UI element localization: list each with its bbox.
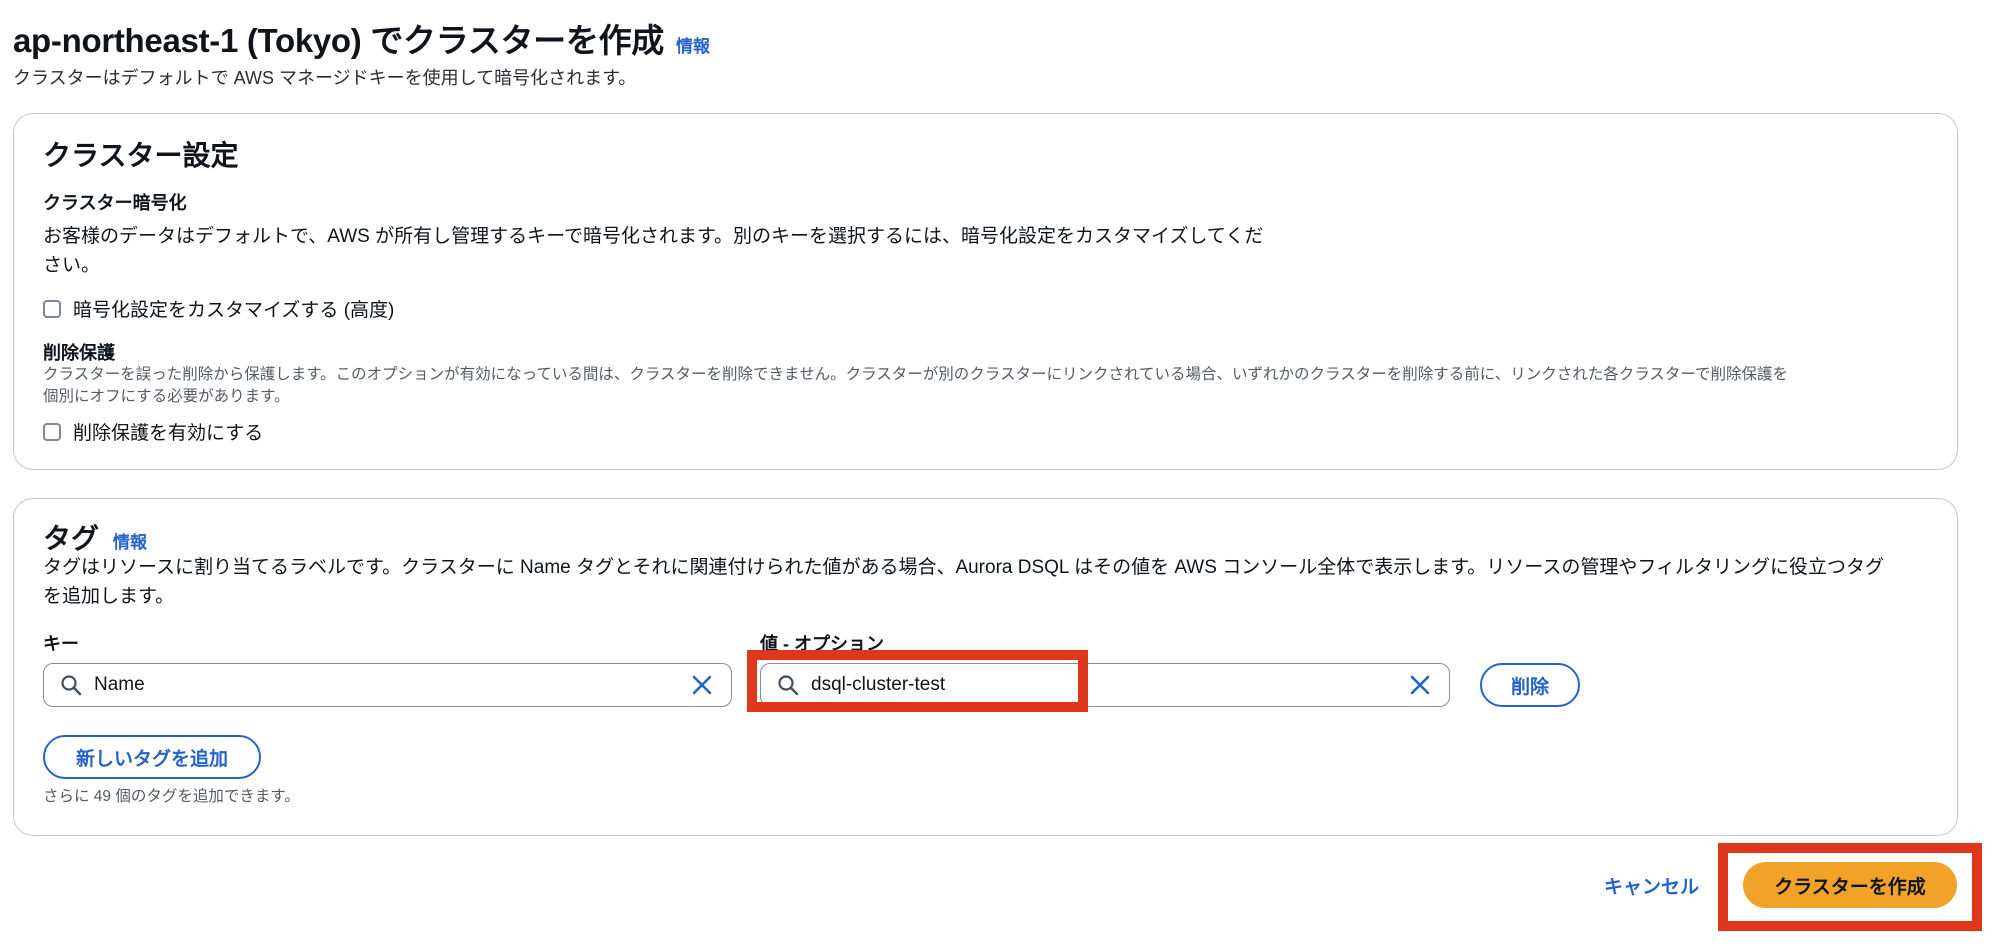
page-title: ap-northeast-1 (Tokyo) でクラスターを作成 (13, 22, 664, 59)
deletion-protection-option[interactable]: 削除保護を有効にする (43, 418, 263, 445)
encryption-label: クラスター暗号化 (43, 193, 187, 213)
customize-encryption-label: 暗号化設定をカスタマイズする (高度) (73, 300, 395, 321)
tags-heading: タグ (43, 523, 100, 554)
remove-tag-button[interactable]: 削除 (1480, 663, 1580, 707)
tag-value-value: dsql-cluster-test (811, 674, 946, 695)
search-icon (778, 675, 799, 696)
add-tag-button[interactable]: 新しいタグを追加 (43, 735, 261, 779)
deletion-protection-description: クラスターを誤った削除から保護します。このオプションが有効になっている間は、クラ… (43, 366, 1788, 405)
create-cluster-page: ap-northeast-1 (Tokyo) でクラスターを作成 情報 クラスタ… (0, 0, 2000, 952)
tags-heading-row: タグ 情報 (43, 517, 147, 557)
search-icon (61, 675, 82, 696)
tags-info-link[interactable]: 情報 (113, 528, 147, 553)
clear-value-icon[interactable] (1409, 674, 1431, 696)
tag-key-value: Name (94, 674, 145, 695)
tag-value-label: 値 - オプション (760, 634, 884, 654)
customize-encryption-option[interactable]: 暗号化設定をカスタマイズする (高度) (43, 295, 394, 322)
deletion-protection-checkbox-label: 削除保護を有効にする (73, 423, 264, 444)
tag-value-input[interactable]: dsql-cluster-test (760, 663, 1450, 707)
cluster-settings-heading: クラスター設定 (43, 140, 239, 171)
customize-encryption-checkbox[interactable] (43, 299, 61, 318)
create-cluster-button[interactable]: クラスターを作成 (1743, 862, 1957, 908)
encryption-description: お客様のデータはデフォルトで、AWS が所有し管理するキーで暗号化されます。別の… (43, 226, 1264, 276)
deletion-protection-checkbox[interactable] (43, 422, 61, 441)
tag-key-label: キー (43, 634, 79, 654)
tags-description: タグはリソースに割り当てるラベルです。クラスターに Name タグとそれに関連付… (43, 557, 1884, 607)
cluster-settings-container: クラスター設定 クラスター暗号化 お客様のデータはデフォルトで、AWS が所有し… (13, 113, 1958, 470)
clear-key-icon[interactable] (691, 674, 713, 696)
tag-key-input[interactable]: Name (43, 663, 732, 707)
header-info-link[interactable]: 情報 (676, 32, 710, 57)
page-subtitle: クラスターはデフォルトで AWS マネージドキーを使用して暗号化されます。 (13, 68, 637, 88)
tags-container: タグ 情報 タグはリソースに割り当てるラベルです。クラスターに Name タグと… (13, 498, 1958, 836)
remaining-tags-note: さらに 49 個のタグを追加できます。 (43, 788, 300, 805)
deletion-protection-label: 削除保護 (43, 343, 115, 363)
page-header: ap-northeast-1 (Tokyo) でクラスターを作成 情報 (13, 14, 710, 62)
cancel-button[interactable]: キャンセル (1604, 872, 1699, 899)
